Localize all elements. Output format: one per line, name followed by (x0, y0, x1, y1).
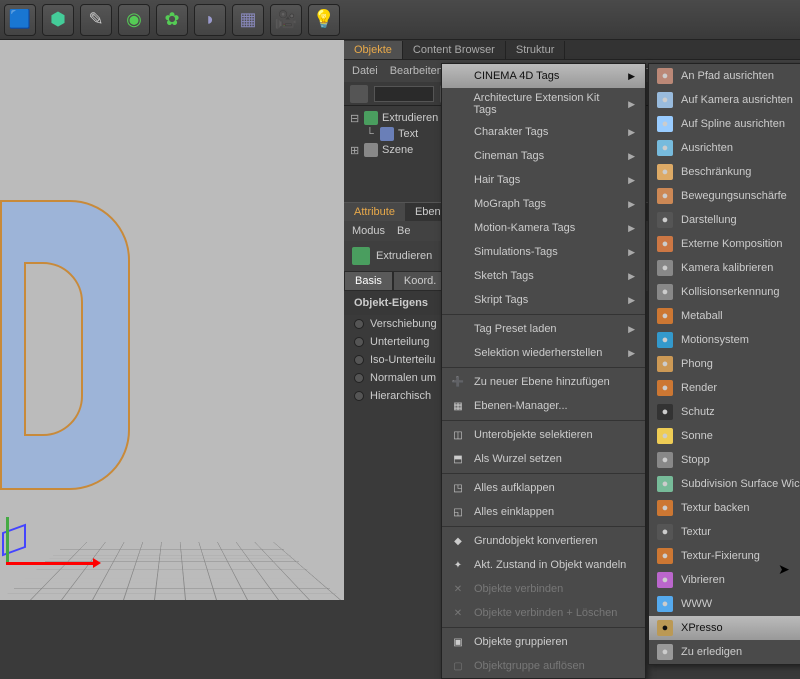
tool-environment[interactable]: ◗ (194, 4, 226, 36)
tag-menu-item[interactable]: ●Darstellung (649, 208, 800, 232)
tool-spline[interactable]: ✎ (80, 4, 112, 36)
menu-item[interactable]: ◆Grundobjekt konvertieren (442, 529, 645, 553)
tag-menu-item[interactable]: ●Zu erledigen (649, 640, 800, 664)
tag-menu-item[interactable]: ●Ausrichten (649, 136, 800, 160)
menu-item: ✕Objekte verbinden + Löschen (442, 601, 645, 625)
attr-title: Extrudieren (376, 250, 432, 262)
menu-item[interactable]: ✦Akt. Zustand in Objekt wandeln (442, 553, 645, 577)
tag-menu-item[interactable]: ●Textur backen (649, 496, 800, 520)
attr-menu-bearbeiten[interactable]: Be (397, 225, 410, 237)
subtab-basis[interactable]: Basis (344, 271, 393, 291)
tag-menu-item[interactable]: ●Textur-Fixierung (649, 544, 800, 568)
tag-menu-item[interactable]: ●Externe Komposition (649, 232, 800, 256)
tag-menu-item[interactable]: ●Sonne (649, 424, 800, 448)
menu-item[interactable]: Sketch Tags▶ (442, 264, 645, 288)
grid-floor (0, 542, 344, 600)
menu-bearbeiten[interactable]: Bearbeiten (390, 65, 443, 77)
tag-menu-item[interactable]: ●Render (649, 376, 800, 400)
viewport[interactable] (0, 40, 344, 600)
tag-menu-item[interactable]: ●Textur (649, 520, 800, 544)
menu-item[interactable]: Selektion wiederherstellen▶ (442, 341, 645, 365)
tool-grid[interactable]: ▦ (232, 4, 264, 36)
menu-item[interactable]: MoGraph Tags▶ (442, 192, 645, 216)
tag-menu-item[interactable]: ●Bewegungsunschärfe (649, 184, 800, 208)
main-toolbar: 🟦 ⬢ ✎ ◉ ✿ ◗ ▦ 🎥 💡 (0, 0, 800, 40)
tab-attribute[interactable]: Attribute (344, 203, 405, 221)
menu-item[interactable]: ➕Zu neuer Ebene hinzufügen (442, 370, 645, 394)
attr-menu-modus[interactable]: Modus (352, 225, 385, 237)
tool-primitive[interactable]: ⬢ (42, 4, 74, 36)
panel-tabs: Objekte Content Browser Struktur (344, 40, 800, 60)
menu-item[interactable]: ▣Objekte gruppieren (442, 630, 645, 654)
tag-menu-item[interactable]: ●An Pfad ausrichten (649, 64, 800, 88)
subtab-koord[interactable]: Koord. (393, 271, 447, 291)
menu-item[interactable]: Cineman Tags▶ (442, 144, 645, 168)
tag-menu-item[interactable]: ●Auf Spline ausrichten (649, 112, 800, 136)
menu-item[interactable]: ◱Alles einklappen (442, 500, 645, 524)
search-input[interactable] (374, 86, 434, 102)
axis-y (6, 517, 9, 562)
tag-menu-item[interactable]: ●Stopp (649, 448, 800, 472)
menu-item[interactable]: Skript Tags▶ (442, 288, 645, 312)
tag-menu-item[interactable]: ●XPresso (649, 616, 800, 640)
menu-item[interactable]: Hair Tags▶ (442, 168, 645, 192)
tab-struktur[interactable]: Struktur (506, 41, 566, 59)
menu-item[interactable]: ▦Ebenen-Manager... (442, 394, 645, 418)
tag-menu-item[interactable]: ●Kollisionserkennung (649, 280, 800, 304)
tag-menu-item[interactable]: ●Kamera kalibrieren (649, 256, 800, 280)
menu-item[interactable]: ◳Alles aufklappen (442, 476, 645, 500)
menu-item: ▢Objektgruppe auflösen (442, 654, 645, 678)
menu-datei[interactable]: Datei (352, 65, 378, 77)
tag-menu-item[interactable]: ●Phong (649, 352, 800, 376)
menu-item[interactable]: Architecture Extension Kit Tags▶ (442, 88, 645, 120)
menu-item[interactable]: Simulations-Tags▶ (442, 240, 645, 264)
tag-menu-item[interactable]: ●Beschränkung (649, 160, 800, 184)
tag-menu-item[interactable]: ●Metaball (649, 304, 800, 328)
menu-item[interactable]: ⬒Als Wurzel setzen (442, 447, 645, 471)
extrude-icon (352, 247, 370, 265)
tab-objekte[interactable]: Objekte (344, 41, 403, 59)
menu-item: ✕Objekte verbinden (442, 577, 645, 601)
menu-item[interactable]: ◫Unterobjekte selektieren (442, 423, 645, 447)
tab-content-browser[interactable]: Content Browser (403, 41, 506, 59)
tool-generator[interactable]: ◉ (118, 4, 150, 36)
menu-item[interactable]: Motion-Kamera Tags▶ (442, 216, 645, 240)
tag-menu-item[interactable]: ●Vibrieren (649, 568, 800, 592)
tag-menu-item[interactable]: ●WWW (649, 592, 800, 616)
menu-item[interactable]: Charakter Tags▶ (442, 120, 645, 144)
tool-cube[interactable]: 🟦 (4, 4, 36, 36)
tag-menu-item[interactable]: ●Schutz (649, 400, 800, 424)
tool-camera[interactable]: 🎥 (270, 4, 302, 36)
tag-menu-item[interactable]: ●Subdivision Surface Wic (649, 472, 800, 496)
tag-menu-item[interactable]: ●Auf Kamera ausrichten (649, 88, 800, 112)
menu-item[interactable]: CINEMA 4D Tags▶ (442, 64, 645, 88)
submenu-c4d-tags: ●An Pfad ausrichten●Auf Kamera ausrichte… (648, 63, 800, 665)
tool-light[interactable]: 💡 (308, 4, 340, 36)
tag-menu-item[interactable]: ●Motionsystem (649, 328, 800, 352)
menu-item[interactable]: Tag Preset laden▶ (442, 317, 645, 341)
tool-deformer[interactable]: ✿ (156, 4, 188, 36)
context-menu-tags: CINEMA 4D Tags▶Architecture Extension Ki… (441, 63, 646, 679)
filter-btn[interactable] (350, 85, 368, 103)
object-letter-d[interactable] (0, 200, 130, 490)
axis-x (6, 562, 96, 565)
